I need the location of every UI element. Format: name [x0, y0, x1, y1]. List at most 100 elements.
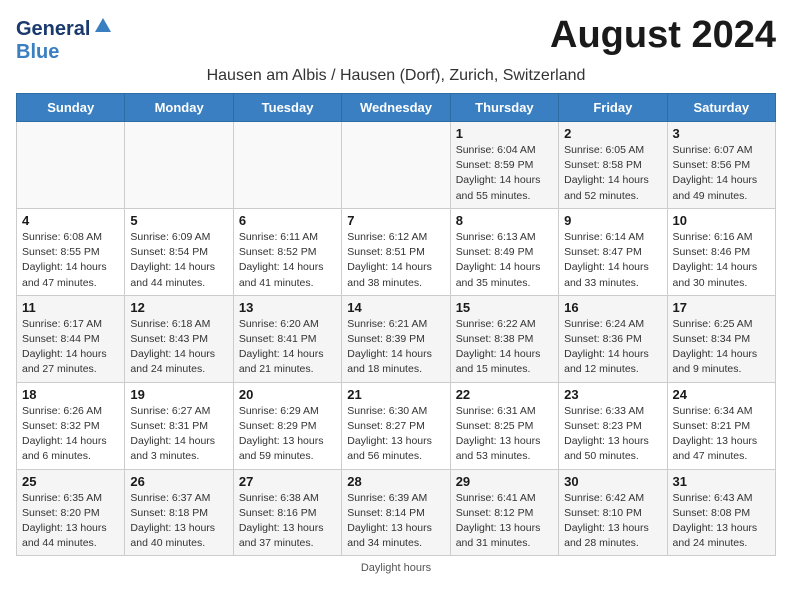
- day-number: 13: [239, 300, 336, 315]
- day-info: Sunrise: 6:22 AM Sunset: 8:38 PM Dayligh…: [456, 317, 553, 378]
- calendar-cell: 11 Sunrise: 6:17 AM Sunset: 8:44 PM Dayli…: [17, 295, 125, 382]
- day-info: Sunrise: 6:12 AM Sunset: 8:51 PM Dayligh…: [347, 230, 444, 291]
- day-number: 24: [673, 387, 770, 402]
- day-info: Sunrise: 6:43 AM Sunset: 8:08 PM Dayligh…: [673, 491, 770, 552]
- logo-icon: [93, 16, 113, 36]
- day-info: Sunrise: 6:20 AM Sunset: 8:41 PM Dayligh…: [239, 317, 336, 378]
- day-info: Sunrise: 6:27 AM Sunset: 8:31 PM Dayligh…: [130, 404, 227, 465]
- calendar-cell: 31 Sunrise: 6:43 AM Sunset: 8:08 PM Dayli…: [667, 469, 775, 556]
- calendar-cell: 27Sunrise: 6:38 AM Sunset: 8:16 PM Dayli…: [233, 469, 341, 556]
- day-info: Sunrise: 6:31 AM Sunset: 8:25 PM Dayligh…: [456, 404, 553, 465]
- day-number: 22: [456, 387, 553, 402]
- calendar-table: SundayMondayTuesdayWednesdayThursdayFrid…: [16, 93, 776, 556]
- calendar-cell: [233, 122, 341, 209]
- day-info: Sunrise: 6:11 AM Sunset: 8:52 PM Dayligh…: [239, 230, 336, 291]
- calendar-cell: 18Sunrise: 6:26 AM Sunset: 8:32 PM Dayli…: [17, 382, 125, 469]
- day-info: Sunrise: 6:26 AM Sunset: 8:32 PM Dayligh…: [22, 404, 119, 465]
- day-number: 21: [347, 387, 444, 402]
- day-info: Sunrise: 6:04 AM Sunset: 8:59 PM Dayligh…: [456, 143, 553, 204]
- calendar-week-row: 4Sunrise: 6:08 AM Sunset: 8:55 PM Daylig…: [17, 208, 776, 295]
- calendar-body: 1 Sunrise: 6:04 AM Sunset: 8:59 PM Daylig…: [17, 122, 776, 556]
- weekday-header-monday: Monday: [125, 94, 233, 122]
- calendar-cell: 2 Sunrise: 6:05 AM Sunset: 8:58 PM Daylig…: [559, 122, 667, 209]
- day-number: 23: [564, 387, 661, 402]
- day-info: Sunrise: 6:09 AM Sunset: 8:54 PM Dayligh…: [130, 230, 227, 291]
- day-number: 7: [347, 213, 444, 228]
- day-info: Sunrise: 6:05 AM Sunset: 8:58 PM Dayligh…: [564, 143, 661, 204]
- day-info: Sunrise: 6:29 AM Sunset: 8:29 PM Dayligh…: [239, 404, 336, 465]
- calendar-cell: 12 Sunrise: 6:18 AM Sunset: 8:43 PM Dayli…: [125, 295, 233, 382]
- day-info: Sunrise: 6:39 AM Sunset: 8:14 PM Dayligh…: [347, 491, 444, 552]
- calendar-cell: 25Sunrise: 6:35 AM Sunset: 8:20 PM Dayli…: [17, 469, 125, 556]
- day-info: Sunrise: 6:07 AM Sunset: 8:56 PM Dayligh…: [673, 143, 770, 204]
- calendar-cell: 21 Sunrise: 6:30 AM Sunset: 8:27 PM Dayli…: [342, 382, 450, 469]
- day-number: 10: [673, 213, 770, 228]
- calendar-week-row: 11 Sunrise: 6:17 AM Sunset: 8:44 PM Dayli…: [17, 295, 776, 382]
- weekday-header-friday: Friday: [559, 94, 667, 122]
- calendar-cell: 13 Sunrise: 6:20 AM Sunset: 8:41 PM Dayli…: [233, 295, 341, 382]
- day-number: 29: [456, 474, 553, 489]
- day-info: Sunrise: 6:16 AM Sunset: 8:46 PM Dayligh…: [673, 230, 770, 291]
- footer-note: Daylight hours: [16, 562, 776, 574]
- day-info: Sunrise: 6:18 AM Sunset: 8:43 PM Dayligh…: [130, 317, 227, 378]
- day-number: 20: [239, 387, 336, 402]
- day-info: Sunrise: 6:33 AM Sunset: 8:23 PM Dayligh…: [564, 404, 661, 465]
- calendar-cell: [125, 122, 233, 209]
- calendar-cell: 8Sunrise: 6:13 AM Sunset: 8:49 PM Daylig…: [450, 208, 558, 295]
- calendar-cell: 26 Sunrise: 6:37 AM Sunset: 8:18 PM Dayli…: [125, 469, 233, 556]
- day-info: Sunrise: 6:34 AM Sunset: 8:21 PM Dayligh…: [673, 404, 770, 465]
- month-title: August 2024: [550, 16, 776, 54]
- day-info: Sunrise: 6:25 AM Sunset: 8:34 PM Dayligh…: [673, 317, 770, 378]
- weekday-header-tuesday: Tuesday: [233, 94, 341, 122]
- weekday-header-saturday: Saturday: [667, 94, 775, 122]
- weekday-header-sunday: Sunday: [17, 94, 125, 122]
- day-number: 6: [239, 213, 336, 228]
- calendar-cell: 28 Sunrise: 6:39 AM Sunset: 8:14 PM Dayli…: [342, 469, 450, 556]
- day-number: 19: [130, 387, 227, 402]
- day-info: Sunrise: 6:21 AM Sunset: 8:39 PM Dayligh…: [347, 317, 444, 378]
- calendar-cell: 5 Sunrise: 6:09 AM Sunset: 8:54 PM Daylig…: [125, 208, 233, 295]
- location-title: Hausen am Albis / Hausen (Dorf), Zurich,…: [16, 67, 776, 85]
- day-number: 28: [347, 474, 444, 489]
- day-number: 15: [456, 300, 553, 315]
- day-number: 4: [22, 213, 119, 228]
- calendar-cell: [17, 122, 125, 209]
- weekday-header-thursday: Thursday: [450, 94, 558, 122]
- logo: General Blue: [16, 16, 113, 63]
- day-info: Sunrise: 6:14 AM Sunset: 8:47 PM Dayligh…: [564, 230, 661, 291]
- day-number: 3: [673, 126, 770, 141]
- calendar-cell: 19 Sunrise: 6:27 AM Sunset: 8:31 PM Dayli…: [125, 382, 233, 469]
- calendar-cell: 23 Sunrise: 6:33 AM Sunset: 8:23 PM Dayli…: [559, 382, 667, 469]
- day-info: Sunrise: 6:30 AM Sunset: 8:27 PM Dayligh…: [347, 404, 444, 465]
- day-info: Sunrise: 6:17 AM Sunset: 8:44 PM Dayligh…: [22, 317, 119, 378]
- day-number: 16: [564, 300, 661, 315]
- calendar-cell: 14Sunrise: 6:21 AM Sunset: 8:39 PM Dayli…: [342, 295, 450, 382]
- day-number: 2: [564, 126, 661, 141]
- day-info: Sunrise: 6:41 AM Sunset: 8:12 PM Dayligh…: [456, 491, 553, 552]
- calendar-cell: 4Sunrise: 6:08 AM Sunset: 8:55 PM Daylig…: [17, 208, 125, 295]
- day-number: 5: [130, 213, 227, 228]
- day-number: 31: [673, 474, 770, 489]
- day-number: 26: [130, 474, 227, 489]
- calendar-cell: 30Sunrise: 6:42 AM Sunset: 8:10 PM Dayli…: [559, 469, 667, 556]
- day-number: 17: [673, 300, 770, 315]
- calendar-cell: 9Sunrise: 6:14 AM Sunset: 8:47 PM Daylig…: [559, 208, 667, 295]
- calendar-cell: 16Sunrise: 6:24 AM Sunset: 8:36 PM Dayli…: [559, 295, 667, 382]
- day-info: Sunrise: 6:35 AM Sunset: 8:20 PM Dayligh…: [22, 491, 119, 552]
- calendar-cell: 7 Sunrise: 6:12 AM Sunset: 8:51 PM Daylig…: [342, 208, 450, 295]
- calendar-cell: 3 Sunrise: 6:07 AM Sunset: 8:56 PM Daylig…: [667, 122, 775, 209]
- day-number: 1: [456, 126, 553, 141]
- day-info: Sunrise: 6:37 AM Sunset: 8:18 PM Dayligh…: [130, 491, 227, 552]
- day-info: Sunrise: 6:38 AM Sunset: 8:16 PM Dayligh…: [239, 491, 336, 552]
- day-number: 11: [22, 300, 119, 315]
- day-info: Sunrise: 6:13 AM Sunset: 8:49 PM Dayligh…: [456, 230, 553, 291]
- logo-blue-text: Blue: [16, 41, 113, 63]
- logo-general-text: General: [16, 18, 90, 40]
- calendar-cell: 15 Sunrise: 6:22 AM Sunset: 8:38 PM Dayli…: [450, 295, 558, 382]
- day-number: 12: [130, 300, 227, 315]
- calendar-cell: [342, 122, 450, 209]
- day-info: Sunrise: 6:42 AM Sunset: 8:10 PM Dayligh…: [564, 491, 661, 552]
- calendar-week-row: 1 Sunrise: 6:04 AM Sunset: 8:59 PM Daylig…: [17, 122, 776, 209]
- calendar-cell: 1 Sunrise: 6:04 AM Sunset: 8:59 PM Daylig…: [450, 122, 558, 209]
- calendar-cell: 10 Sunrise: 6:16 AM Sunset: 8:46 PM Dayli…: [667, 208, 775, 295]
